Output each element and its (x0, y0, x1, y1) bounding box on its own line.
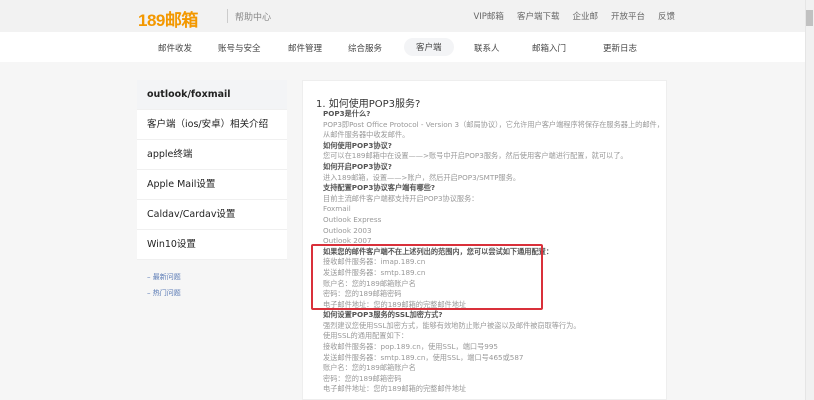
sidebar: outlook/foxmail 客户端（ios/安卓）相关介绍 apple终端 … (137, 80, 287, 260)
top-links: VIP邮箱 客户端下载 企业邮 开放平台 反馈 (473, 10, 675, 22)
sidebar-item-mobile-client[interactable]: 客户端（ios/安卓）相关介绍 (137, 110, 287, 140)
article-line: 接收邮件服务器：pop.189.cn，使用SSL，端口号995 (323, 342, 498, 352)
sidebar-links: – 最新问题 – 热门问题 (147, 273, 181, 297)
nav-services[interactable]: 综合服务 (348, 42, 382, 54)
link-latest-questions[interactable]: 最新问题 (153, 273, 181, 281)
nav-account[interactable]: 账号与安全 (218, 42, 261, 54)
article-line: POP3是什么? (323, 109, 371, 118)
highlight-box (311, 244, 543, 310)
scrollbar-thumb[interactable] (806, 10, 813, 26)
nav-contacts[interactable]: 联系人 (474, 42, 500, 54)
link-vip[interactable]: VIP邮箱 (473, 10, 503, 22)
nav-client[interactable]: 客户端 (404, 38, 454, 56)
article-line: Outlook Express (323, 214, 382, 224)
article-line: 发送邮件服务器：smtp.189.cn，使用SSL，端口号465或587 (323, 352, 524, 362)
article-line: 如何使用POP3协议? (323, 140, 392, 150)
divider (227, 9, 228, 23)
article-line: 密码：您的189邮箱密码 (323, 373, 402, 383)
scrollbar[interactable] (805, 0, 814, 400)
nav-mail-manage[interactable]: 邮件管理 (288, 42, 322, 54)
question-title: 1. 如何使用POP3服务? (316, 99, 421, 110)
category-nav: 邮件收发 账号与安全 邮件管理 综合服务 客户端 联系人 邮箱入门 更新日志 (0, 32, 805, 62)
article-line: 目前主流邮件客户端都支持开启POP3协议服务： (323, 193, 479, 203)
logo[interactable]: 189邮箱 (138, 6, 198, 31)
article-line: 进入189邮箱，设置——>账户，然后开启POP3/SMTP服务。 (323, 172, 521, 182)
help-center-title: 帮助中心 (235, 13, 272, 23)
article-line: 如何开启POP3协议? (323, 161, 392, 171)
sidebar-item-caldav[interactable]: Caldav/Cardav设置 (137, 200, 287, 230)
article-panel: 1. 如何使用POP3服务? POP3是什么? POP3即Post Office … (302, 80, 667, 400)
link-open-platform[interactable]: 开放平台 (611, 10, 645, 22)
nav-getting-started[interactable]: 邮箱入门 (532, 42, 566, 54)
link-hot-questions[interactable]: 热门问题 (153, 289, 181, 297)
sidebar-item-outlook[interactable]: outlook/foxmail (137, 80, 287, 110)
article-line: POP3即Post Office Protocol - Version 3（邮局… (323, 119, 663, 129)
article-line: Outlook 2003 (323, 225, 372, 235)
article-line: Foxmail (323, 204, 351, 214)
link-client-download[interactable]: 客户端下载 (517, 10, 560, 22)
article-line: 使用SSL的通用配置如下： (323, 331, 409, 341)
article-line: 从邮件服务器中收发邮件。 (323, 130, 410, 140)
article-line: 您可以在189邮箱中在设置——>账号中开启POP3服务，然后使用客户端进行配置，… (323, 151, 628, 161)
top-header: 189邮箱 帮助中心 VIP邮箱 客户端下载 企业邮 开放平台 反馈 (0, 0, 805, 32)
article-line: 电子邮件地址：您的189邮箱的完整邮件地址 (323, 384, 467, 394)
article-line: 如何设置POP3服务的SSL加密方式? (323, 310, 443, 320)
sidebar-item-apple[interactable]: apple终端 (137, 140, 287, 170)
link-enterprise[interactable]: 企业邮 (572, 10, 598, 22)
sidebar-item-win10[interactable]: Win10设置 (137, 230, 287, 260)
article-line: 账户名：您的189邮箱账户名 (323, 363, 416, 373)
nav-mail[interactable]: 邮件收发 (158, 42, 192, 54)
nav-changelog[interactable]: 更新日志 (603, 42, 637, 54)
article-line: 强烈建议您使用SSL加密方式，能够有效地防止账户被盗以及邮件被窃取等行为。 (323, 320, 581, 330)
article-line: 支持配置POP3协议客户端有哪些? (323, 183, 436, 193)
link-feedback[interactable]: 反馈 (658, 10, 675, 22)
sidebar-item-apple-mail[interactable]: Apple Mail设置 (137, 170, 287, 200)
